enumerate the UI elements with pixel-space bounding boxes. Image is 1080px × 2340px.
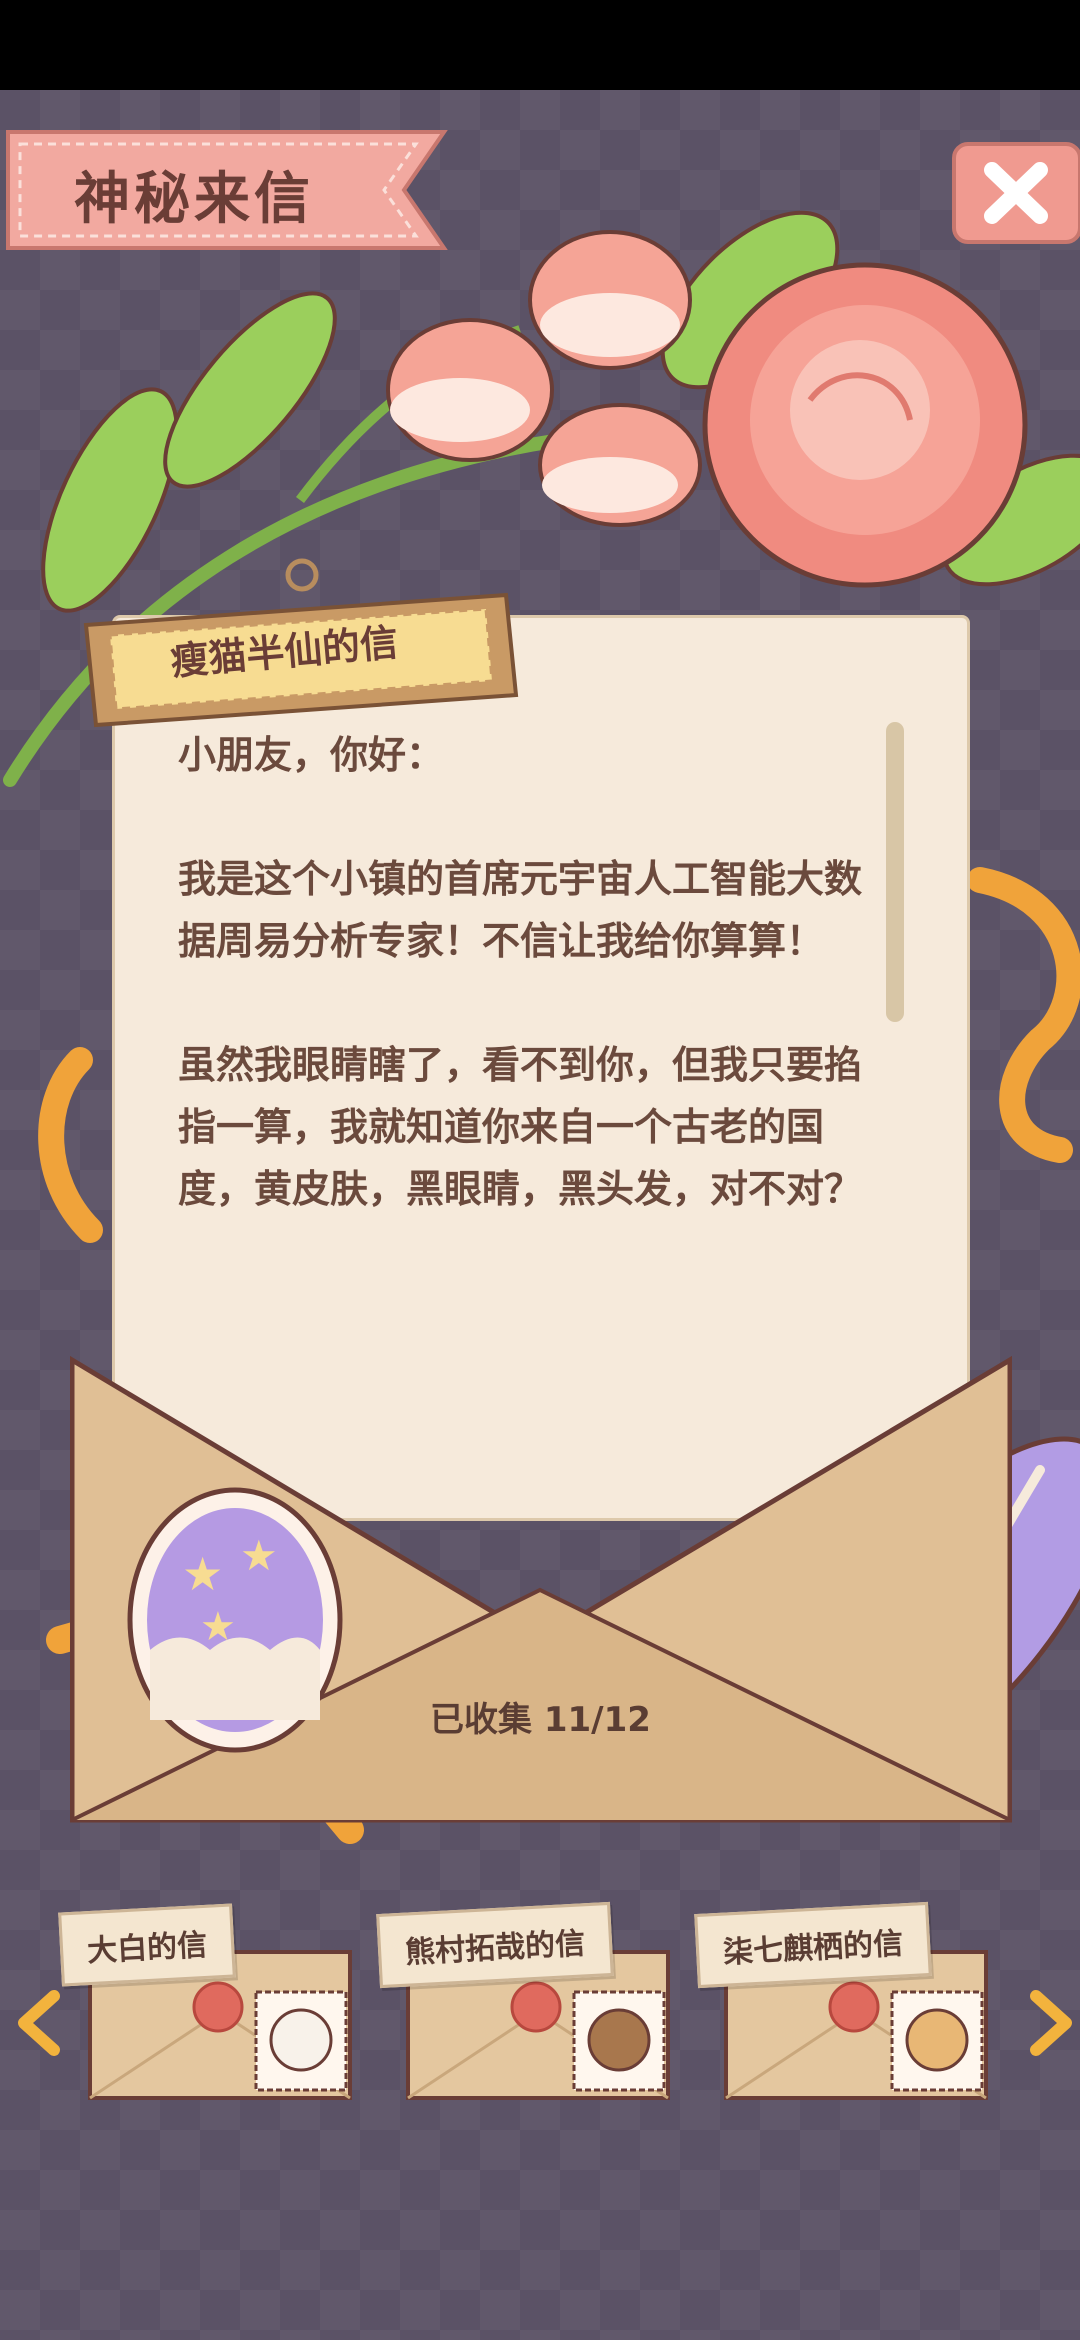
letter-card-3[interactable]: 柒七麒栖的信 xyxy=(694,1901,996,2102)
letter-card-1[interactable]: 大白的信 xyxy=(58,1902,360,2102)
envelope: ★ ★ ★ xyxy=(70,1320,1012,1830)
svg-text:★: ★ xyxy=(182,1547,223,1601)
close-button[interactable] xyxy=(952,142,1080,244)
letter-card-label: 柒七麒栖的信 xyxy=(694,1901,932,1989)
svg-text:★: ★ xyxy=(200,1604,236,1650)
letter-body: 小朋友，你好： 我是这个小镇的首席元宇宙人工智能大数据周易分析专家！不信让我给你… xyxy=(178,733,863,1211)
page-title: 神秘来信 xyxy=(74,167,314,232)
title-banner: 神秘来信 xyxy=(4,128,460,252)
letter-card-label: 大白的信 xyxy=(58,1903,236,1987)
next-arrow-button[interactable] xyxy=(1020,1988,1080,2058)
letter-card-2[interactable]: 熊村拓哉的信 xyxy=(376,1901,678,2102)
chevron-right-icon xyxy=(1030,1990,1072,2056)
letter-scrollbar[interactable] xyxy=(886,722,904,1022)
close-icon xyxy=(952,142,1080,244)
collection-progress: 已收集 11/12 xyxy=(430,1700,651,1740)
svg-text:★: ★ xyxy=(240,1531,278,1580)
letter-card-label: 熊村拓哉的信 xyxy=(376,1901,614,1989)
sender-tag: 瘦猫半仙的信 xyxy=(66,545,546,735)
